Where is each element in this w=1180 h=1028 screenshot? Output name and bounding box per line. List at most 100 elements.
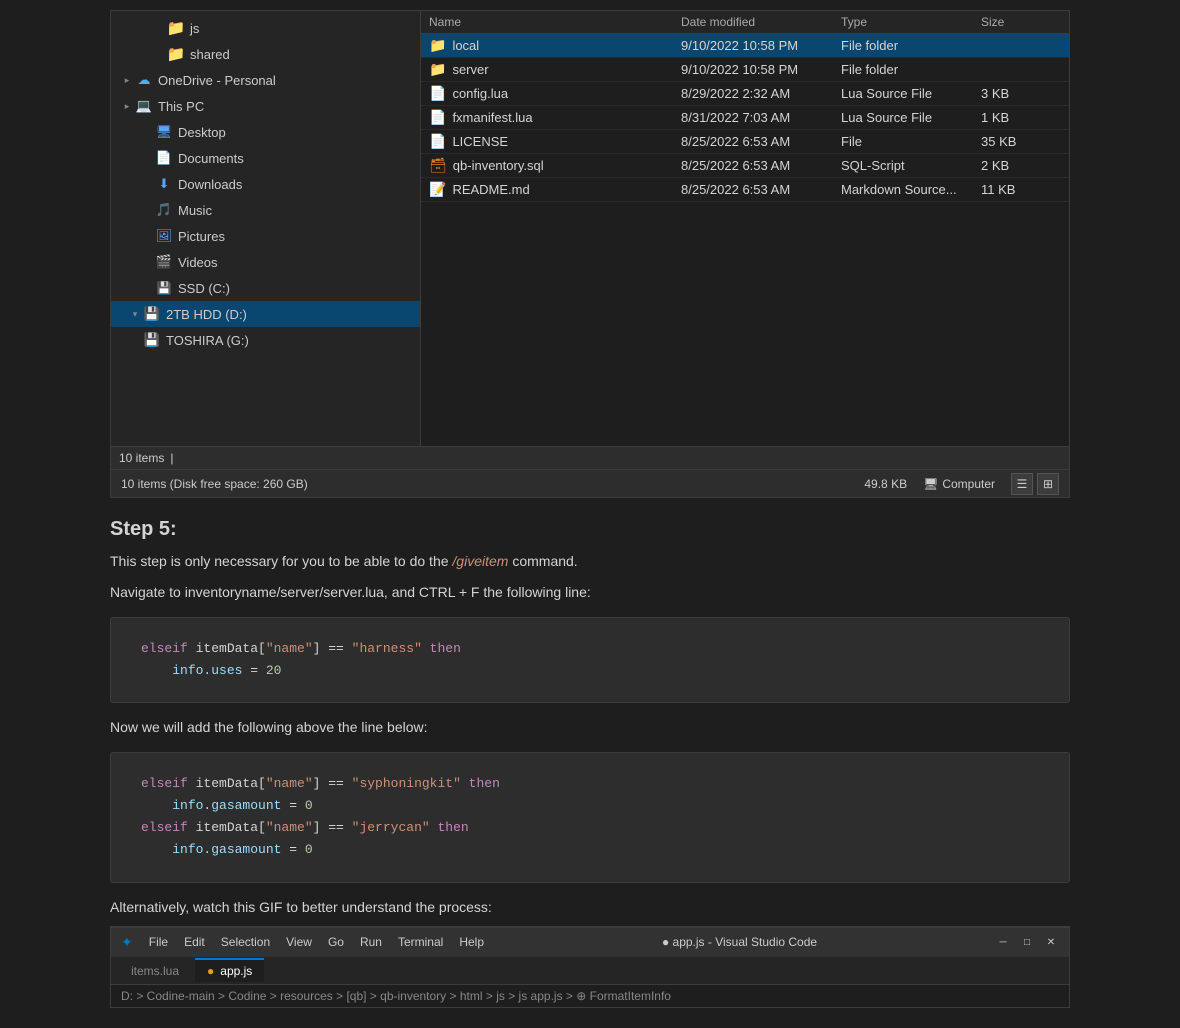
desktop-icon: 🖥 — [155, 123, 173, 141]
sidebar-item-desktop[interactable]: 🖥 Desktop — [111, 119, 420, 145]
breadcrumb-text: D: > Codine-main > Codine > resources > … — [121, 989, 671, 1003]
ssd-icon: 💾 — [155, 279, 173, 297]
file-date: 8/29/2022 2:32 AM — [681, 86, 841, 101]
sidebar-item-onedrive[interactable]: ▸ ☁ OneDrive - Personal — [111, 67, 420, 93]
code-op: = — [242, 663, 265, 678]
vscode-restore-button[interactable]: □ — [1019, 934, 1035, 950]
tab-app-js[interactable]: ● app.js — [195, 958, 264, 982]
string-name: "name" — [266, 641, 313, 656]
vscode-minimize-button[interactable]: ─ — [995, 934, 1011, 950]
kw-then-1: then — [461, 776, 500, 791]
file-date: 9/10/2022 10:58 PM — [681, 62, 841, 77]
sidebar-item-music[interactable]: 🎵 Music — [111, 197, 420, 223]
file-name: qb-inventory.sql — [453, 158, 544, 173]
vscode-menu-view[interactable]: View — [286, 935, 312, 949]
sidebar-item-js[interactable]: 📁 js — [111, 15, 420, 41]
vscode-breadcrumb: D: > Codine-main > Codine > resources > … — [111, 985, 1069, 1007]
vscode-menu-edit[interactable]: Edit — [184, 935, 205, 949]
file-type: File folder — [841, 38, 981, 53]
vscode-menu-go[interactable]: Go — [328, 935, 344, 949]
file-name: server — [452, 62, 488, 77]
sidebar-label-documents: Documents — [178, 151, 244, 166]
file-date: 8/25/2022 6:53 AM — [681, 158, 841, 173]
sidebar-label-thispc: This PC — [158, 99, 204, 114]
code2-label: Now we will add the following above the … — [110, 717, 1070, 738]
drive-icon-hdd: 💾 — [143, 305, 161, 323]
vscode-menu-selection[interactable]: Selection — [221, 935, 270, 949]
kw-elseif-2: elseif — [141, 820, 196, 835]
sidebar-item-shared[interactable]: 📁 shared — [111, 41, 420, 67]
col-date: Date modified — [681, 15, 841, 29]
col-type: Type — [841, 15, 981, 29]
code2-line1: elseif itemData["name"] == "syphoningkit… — [141, 773, 1039, 795]
grid-view-button[interactable]: ⊞ — [1037, 473, 1059, 495]
sidebar-item-thispc[interactable]: ▸ 💻 This PC — [111, 93, 420, 119]
file-size: 3 KB — [981, 86, 1061, 101]
file-name: config.lua — [452, 86, 508, 101]
giveitem-command: /giveitem — [452, 553, 508, 569]
code-line-1: elseif itemData["name"] == "harness" the… — [141, 638, 1039, 660]
file-date: 8/25/2022 6:53 AM — [681, 134, 841, 149]
code-text: ] == — [313, 820, 352, 835]
vscode-close-button[interactable]: ✕ — [1043, 934, 1059, 950]
tab-items-lua[interactable]: items.lua — [119, 958, 191, 982]
tab-label-appjs: app.js — [220, 964, 252, 978]
prop-info-uses: info.uses — [172, 663, 242, 678]
code-block-1: elseif itemData["name"] == "harness" the… — [110, 617, 1070, 703]
vscode-menu-run[interactable]: Run — [360, 935, 382, 949]
sidebar-label-onedrive: OneDrive - Personal — [158, 73, 276, 88]
table-row[interactable]: 📄LICENSE 8/25/2022 6:53 AM File 35 KB — [421, 130, 1069, 154]
prop-gasamount-2: info.gasamount — [172, 842, 281, 857]
step5-para1: This step is only necessary for you to b… — [110, 551, 1070, 572]
sql-icon: 🗃 — [429, 157, 447, 174]
pc-icon: 💻 — [135, 97, 153, 115]
sidebar-item-hdd[interactable]: ▾ 💾 2TB HDD (D:) — [111, 301, 420, 327]
step5-heading: Step 5: — [110, 518, 1070, 541]
sidebar-item-ssd[interactable]: 💾 SSD (C:) — [111, 275, 420, 301]
sidebar-item-pictures[interactable]: 🖼 Pictures — [111, 223, 420, 249]
col-name: Name — [429, 15, 681, 29]
file-name: LICENSE — [452, 134, 508, 149]
file-type: File — [841, 134, 981, 149]
code-block-2: elseif itemData["name"] == "syphoningkit… — [110, 752, 1070, 882]
code2-line4: info.gasamount = 0 — [141, 839, 1039, 861]
vscode-tabs: items.lua ● app.js — [111, 957, 1069, 985]
code-op3: = — [281, 842, 304, 857]
table-row[interactable]: 🗃qb-inventory.sql 8/25/2022 6:53 AM SQL-… — [421, 154, 1069, 178]
cloud-icon-onedrive: ☁ — [135, 71, 153, 89]
disk-space-label: 10 items (Disk free space: 260 GB) — [121, 477, 308, 491]
keyword-then: then — [422, 641, 461, 656]
tab-label-items: items.lua — [131, 964, 179, 978]
vscode-preview: ✦ File Edit Selection View Go Run Termin… — [110, 926, 1070, 1008]
file-size: 35 KB — [981, 134, 1061, 149]
list-view-button[interactable]: ☰ — [1011, 473, 1033, 495]
vscode-menu-help[interactable]: Help — [459, 935, 484, 949]
file-list-panel: Name Date modified Type Size 📁local 9/10… — [421, 11, 1069, 446]
table-row[interactable]: 📄fxmanifest.lua 8/31/2022 7:03 AM Lua So… — [421, 106, 1069, 130]
table-row[interactable]: 📁server 9/10/2022 10:58 PM File folder — [421, 58, 1069, 82]
file-date: 8/31/2022 7:03 AM — [681, 110, 841, 125]
content-area: Step 5: This step is only necessary for … — [110, 498, 1070, 1028]
file-list-header: Name Date modified Type Size — [421, 11, 1069, 34]
dot-active: ● — [207, 964, 214, 978]
sidebar-item-toshira[interactable]: 💾 TOSHIRA (G:) — [111, 327, 420, 353]
file-name: fxmanifest.lua — [452, 110, 532, 125]
num-0-1: 0 — [305, 798, 313, 813]
expand-icon-onedrive: ▸ — [119, 75, 135, 86]
table-row[interactable]: 📄config.lua 8/29/2022 2:32 AM Lua Source… — [421, 82, 1069, 106]
sidebar-item-downloads[interactable]: ⬇ Downloads — [111, 171, 420, 197]
file-size: 1 KB — [981, 110, 1061, 125]
sidebar-label-downloads: Downloads — [178, 177, 242, 192]
sidebar-label-music: Music — [178, 203, 212, 218]
expand-icon-hdd: ▾ — [127, 309, 143, 320]
file-date: 9/10/2022 10:58 PM — [681, 38, 841, 53]
computer-label: Computer — [942, 477, 995, 491]
table-row[interactable]: 📁local 9/10/2022 10:58 PM File folder — [421, 34, 1069, 58]
vscode-menu-terminal[interactable]: Terminal — [398, 935, 443, 949]
vscode-menu-file[interactable]: File — [149, 935, 168, 949]
table-row[interactable]: 📝README.md 8/25/2022 6:53 AM Markdown So… — [421, 178, 1069, 202]
file-name: README.md — [452, 182, 529, 197]
sidebar-item-documents[interactable]: 📄 Documents — [111, 145, 420, 171]
col-size: Size — [981, 15, 1061, 29]
sidebar-item-videos[interactable]: 🎬 Videos — [111, 249, 420, 275]
